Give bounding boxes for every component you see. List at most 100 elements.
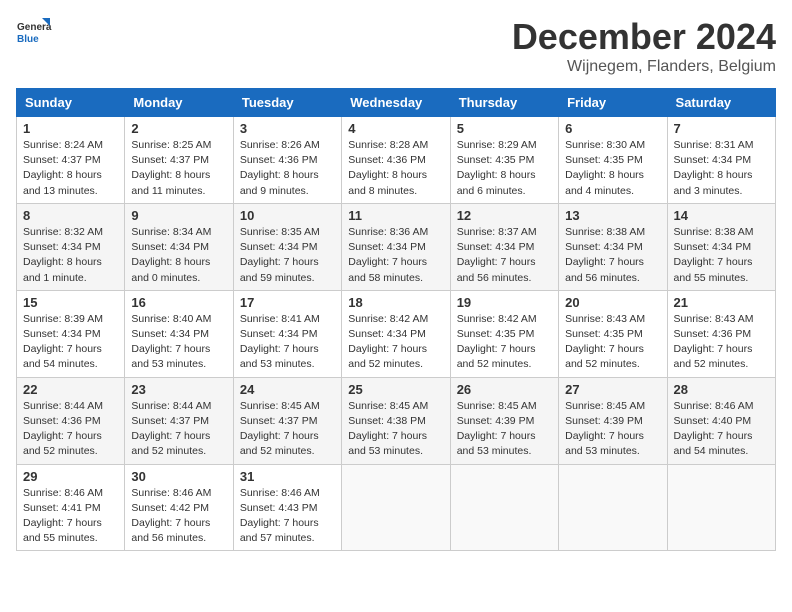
day-cell-31: 31 Sunrise: 8:46 AM Sunset: 4:43 PM Dayl… bbox=[233, 464, 341, 551]
week-row-2: 8 Sunrise: 8:32 AM Sunset: 4:34 PM Dayli… bbox=[17, 203, 776, 290]
day-number-18: 18 bbox=[348, 295, 443, 310]
day-info-20: Sunrise: 8:43 AM Sunset: 4:35 PM Dayligh… bbox=[565, 312, 660, 373]
day-info-3: Sunrise: 8:26 AM Sunset: 4:36 PM Dayligh… bbox=[240, 138, 335, 199]
day-cell-11: 11 Sunrise: 8:36 AM Sunset: 4:34 PM Dayl… bbox=[342, 203, 450, 290]
day-number-8: 8 bbox=[23, 208, 118, 223]
header-friday: Friday bbox=[559, 89, 667, 117]
day-info-2: Sunrise: 8:25 AM Sunset: 4:37 PM Dayligh… bbox=[131, 138, 226, 199]
header-thursday: Thursday bbox=[450, 89, 558, 117]
day-cell-6: 6 Sunrise: 8:30 AM Sunset: 4:35 PM Dayli… bbox=[559, 117, 667, 204]
day-number-6: 6 bbox=[565, 121, 660, 136]
day-info-25: Sunrise: 8:45 AM Sunset: 4:38 PM Dayligh… bbox=[348, 399, 443, 460]
day-info-16: Sunrise: 8:40 AM Sunset: 4:34 PM Dayligh… bbox=[131, 312, 226, 373]
day-number-4: 4 bbox=[348, 121, 443, 136]
empty-cell-4-6 bbox=[667, 464, 775, 551]
week-row-3: 15 Sunrise: 8:39 AM Sunset: 4:34 PM Dayl… bbox=[17, 290, 776, 377]
day-number-20: 20 bbox=[565, 295, 660, 310]
day-cell-18: 18 Sunrise: 8:42 AM Sunset: 4:34 PM Dayl… bbox=[342, 290, 450, 377]
day-info-6: Sunrise: 8:30 AM Sunset: 4:35 PM Dayligh… bbox=[565, 138, 660, 199]
header-saturday: Saturday bbox=[667, 89, 775, 117]
header-tuesday: Tuesday bbox=[233, 89, 341, 117]
day-info-11: Sunrise: 8:36 AM Sunset: 4:34 PM Dayligh… bbox=[348, 225, 443, 286]
logo: General Blue bbox=[16, 16, 52, 52]
day-number-9: 9 bbox=[131, 208, 226, 223]
title-area: December 2024 Wijnegem, Flanders, Belgiu… bbox=[512, 16, 776, 76]
day-number-11: 11 bbox=[348, 208, 443, 223]
day-number-26: 26 bbox=[457, 382, 552, 397]
day-number-3: 3 bbox=[240, 121, 335, 136]
day-cell-9: 9 Sunrise: 8:34 AM Sunset: 4:34 PM Dayli… bbox=[125, 203, 233, 290]
svg-text:Blue: Blue bbox=[17, 34, 39, 45]
day-number-21: 21 bbox=[674, 295, 769, 310]
day-info-10: Sunrise: 8:35 AM Sunset: 4:34 PM Dayligh… bbox=[240, 225, 335, 286]
day-number-19: 19 bbox=[457, 295, 552, 310]
day-cell-3: 3 Sunrise: 8:26 AM Sunset: 4:36 PM Dayli… bbox=[233, 117, 341, 204]
day-cell-26: 26 Sunrise: 8:45 AM Sunset: 4:39 PM Dayl… bbox=[450, 377, 558, 464]
day-number-10: 10 bbox=[240, 208, 335, 223]
day-cell-29: 29 Sunrise: 8:46 AM Sunset: 4:41 PM Dayl… bbox=[17, 464, 125, 551]
day-number-30: 30 bbox=[131, 469, 226, 484]
day-number-23: 23 bbox=[131, 382, 226, 397]
calendar: SundayMondayTuesdayWednesdayThursdayFrid… bbox=[16, 88, 776, 551]
day-info-4: Sunrise: 8:28 AM Sunset: 4:36 PM Dayligh… bbox=[348, 138, 443, 199]
day-info-31: Sunrise: 8:46 AM Sunset: 4:43 PM Dayligh… bbox=[240, 486, 335, 547]
day-number-12: 12 bbox=[457, 208, 552, 223]
day-cell-21: 21 Sunrise: 8:43 AM Sunset: 4:36 PM Dayl… bbox=[667, 290, 775, 377]
day-number-16: 16 bbox=[131, 295, 226, 310]
day-info-28: Sunrise: 8:46 AM Sunset: 4:40 PM Dayligh… bbox=[674, 399, 769, 460]
day-cell-7: 7 Sunrise: 8:31 AM Sunset: 4:34 PM Dayli… bbox=[667, 117, 775, 204]
day-info-12: Sunrise: 8:37 AM Sunset: 4:34 PM Dayligh… bbox=[457, 225, 552, 286]
day-info-13: Sunrise: 8:38 AM Sunset: 4:34 PM Dayligh… bbox=[565, 225, 660, 286]
day-cell-20: 20 Sunrise: 8:43 AM Sunset: 4:35 PM Dayl… bbox=[559, 290, 667, 377]
day-cell-23: 23 Sunrise: 8:44 AM Sunset: 4:37 PM Dayl… bbox=[125, 377, 233, 464]
day-info-27: Sunrise: 8:45 AM Sunset: 4:39 PM Dayligh… bbox=[565, 399, 660, 460]
weekday-header-row: SundayMondayTuesdayWednesdayThursdayFrid… bbox=[17, 89, 776, 117]
day-number-28: 28 bbox=[674, 382, 769, 397]
header-sunday: Sunday bbox=[17, 89, 125, 117]
svg-text:General: General bbox=[17, 22, 52, 33]
day-info-1: Sunrise: 8:24 AM Sunset: 4:37 PM Dayligh… bbox=[23, 138, 118, 199]
day-cell-5: 5 Sunrise: 8:29 AM Sunset: 4:35 PM Dayli… bbox=[450, 117, 558, 204]
day-info-17: Sunrise: 8:41 AM Sunset: 4:34 PM Dayligh… bbox=[240, 312, 335, 373]
day-number-1: 1 bbox=[23, 121, 118, 136]
day-number-24: 24 bbox=[240, 382, 335, 397]
day-info-21: Sunrise: 8:43 AM Sunset: 4:36 PM Dayligh… bbox=[674, 312, 769, 373]
header: General Blue December 2024 Wijnegem, Fla… bbox=[16, 16, 776, 76]
day-info-5: Sunrise: 8:29 AM Sunset: 4:35 PM Dayligh… bbox=[457, 138, 552, 199]
day-info-18: Sunrise: 8:42 AM Sunset: 4:34 PM Dayligh… bbox=[348, 312, 443, 373]
day-number-29: 29 bbox=[23, 469, 118, 484]
day-info-9: Sunrise: 8:34 AM Sunset: 4:34 PM Dayligh… bbox=[131, 225, 226, 286]
day-info-26: Sunrise: 8:45 AM Sunset: 4:39 PM Dayligh… bbox=[457, 399, 552, 460]
day-cell-22: 22 Sunrise: 8:44 AM Sunset: 4:36 PM Dayl… bbox=[17, 377, 125, 464]
day-number-25: 25 bbox=[348, 382, 443, 397]
day-info-15: Sunrise: 8:39 AM Sunset: 4:34 PM Dayligh… bbox=[23, 312, 118, 373]
day-cell-30: 30 Sunrise: 8:46 AM Sunset: 4:42 PM Dayl… bbox=[125, 464, 233, 551]
day-cell-14: 14 Sunrise: 8:38 AM Sunset: 4:34 PM Dayl… bbox=[667, 203, 775, 290]
day-cell-12: 12 Sunrise: 8:37 AM Sunset: 4:34 PM Dayl… bbox=[450, 203, 558, 290]
day-info-22: Sunrise: 8:44 AM Sunset: 4:36 PM Dayligh… bbox=[23, 399, 118, 460]
day-number-22: 22 bbox=[23, 382, 118, 397]
day-info-24: Sunrise: 8:45 AM Sunset: 4:37 PM Dayligh… bbox=[240, 399, 335, 460]
day-cell-24: 24 Sunrise: 8:45 AM Sunset: 4:37 PM Dayl… bbox=[233, 377, 341, 464]
day-cell-17: 17 Sunrise: 8:41 AM Sunset: 4:34 PM Dayl… bbox=[233, 290, 341, 377]
day-number-5: 5 bbox=[457, 121, 552, 136]
day-number-31: 31 bbox=[240, 469, 335, 484]
day-info-23: Sunrise: 8:44 AM Sunset: 4:37 PM Dayligh… bbox=[131, 399, 226, 460]
day-info-30: Sunrise: 8:46 AM Sunset: 4:42 PM Dayligh… bbox=[131, 486, 226, 547]
day-number-13: 13 bbox=[565, 208, 660, 223]
week-row-5: 29 Sunrise: 8:46 AM Sunset: 4:41 PM Dayl… bbox=[17, 464, 776, 551]
day-cell-16: 16 Sunrise: 8:40 AM Sunset: 4:34 PM Dayl… bbox=[125, 290, 233, 377]
day-cell-19: 19 Sunrise: 8:42 AM Sunset: 4:35 PM Dayl… bbox=[450, 290, 558, 377]
day-number-2: 2 bbox=[131, 121, 226, 136]
day-number-14: 14 bbox=[674, 208, 769, 223]
empty-cell-4-3 bbox=[342, 464, 450, 551]
day-cell-27: 27 Sunrise: 8:45 AM Sunset: 4:39 PM Dayl… bbox=[559, 377, 667, 464]
week-row-1: 1 Sunrise: 8:24 AM Sunset: 4:37 PM Dayli… bbox=[17, 117, 776, 204]
day-cell-15: 15 Sunrise: 8:39 AM Sunset: 4:34 PM Dayl… bbox=[17, 290, 125, 377]
day-cell-1: 1 Sunrise: 8:24 AM Sunset: 4:37 PM Dayli… bbox=[17, 117, 125, 204]
day-number-15: 15 bbox=[23, 295, 118, 310]
day-cell-28: 28 Sunrise: 8:46 AM Sunset: 4:40 PM Dayl… bbox=[667, 377, 775, 464]
day-cell-8: 8 Sunrise: 8:32 AM Sunset: 4:34 PM Dayli… bbox=[17, 203, 125, 290]
day-cell-13: 13 Sunrise: 8:38 AM Sunset: 4:34 PM Dayl… bbox=[559, 203, 667, 290]
day-info-29: Sunrise: 8:46 AM Sunset: 4:41 PM Dayligh… bbox=[23, 486, 118, 547]
